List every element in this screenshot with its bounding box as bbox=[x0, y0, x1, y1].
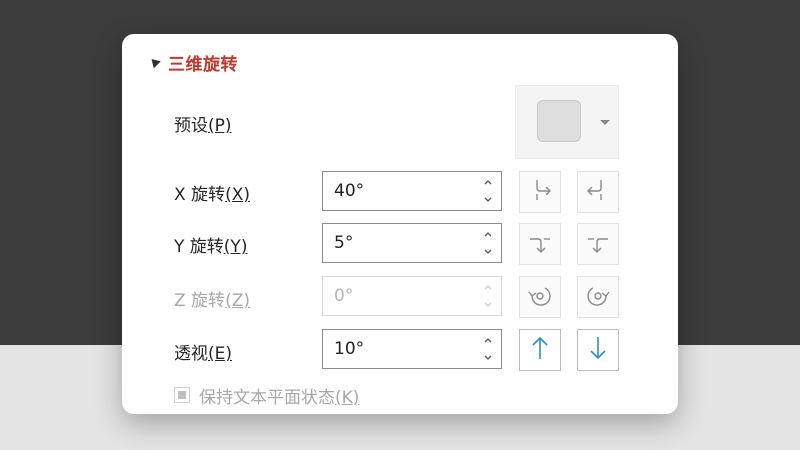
rotate-left-icon bbox=[525, 175, 555, 209]
y-rotation-label: Y 旋转(Y) bbox=[174, 237, 248, 257]
spin-down-icon[interactable] bbox=[481, 298, 495, 311]
perspective-spinner[interactable] bbox=[322, 329, 502, 369]
rotate-counterclockwise-icon bbox=[525, 280, 555, 314]
spin-up-icon[interactable] bbox=[481, 281, 495, 294]
preset-label: 预设(P) bbox=[174, 116, 232, 136]
spin-up-icon[interactable] bbox=[481, 176, 495, 189]
keep-text-flat-checkbox[interactable] bbox=[174, 387, 190, 403]
section-header[interactable]: 三维旋转 bbox=[148, 51, 238, 75]
rotate-down-icon bbox=[583, 227, 613, 261]
spin-down-icon[interactable] bbox=[481, 193, 495, 206]
arrow-up-icon bbox=[525, 333, 555, 367]
decrease-perspective-button[interactable] bbox=[577, 329, 619, 371]
rotate-clockwise-icon bbox=[583, 280, 613, 314]
rotate-up-button[interactable] bbox=[519, 223, 561, 265]
x-rotation-spinner[interactable] bbox=[322, 171, 502, 211]
x-rotation-input[interactable] bbox=[323, 172, 484, 210]
z-rotation-input[interactable] bbox=[323, 277, 484, 315]
increase-perspective-button[interactable] bbox=[519, 329, 561, 371]
rotate-right-button[interactable] bbox=[577, 171, 619, 213]
rotate-down-button[interactable] bbox=[577, 223, 619, 265]
preset-dropdown[interactable] bbox=[515, 85, 619, 159]
spin-up-icon[interactable] bbox=[481, 228, 495, 241]
arrow-down-icon bbox=[583, 333, 613, 367]
chevron-down-icon bbox=[600, 120, 610, 125]
rotate-right-icon bbox=[583, 175, 613, 209]
spin-up-icon[interactable] bbox=[481, 334, 495, 347]
spin-down-icon[interactable] bbox=[481, 245, 495, 258]
spin-down-icon[interactable] bbox=[481, 351, 495, 364]
preset-swatch bbox=[537, 100, 581, 142]
rotate-up-icon bbox=[525, 227, 555, 261]
section-title: 三维旋转 bbox=[168, 54, 238, 75]
keep-text-flat-row[interactable]: 保持文本平面状态(K) bbox=[174, 383, 360, 408]
z-rotation-label: Z 旋转(Z) bbox=[174, 291, 250, 311]
z-rotation-spinner[interactable] bbox=[322, 276, 502, 316]
rotate-counterclockwise-button[interactable] bbox=[519, 276, 561, 318]
x-rotation-label: X 旋转(X) bbox=[174, 185, 250, 205]
perspective-label: 透视(E) bbox=[174, 344, 233, 364]
rotate-clockwise-button[interactable] bbox=[577, 276, 619, 318]
collapse-triangle-icon[interactable] bbox=[148, 55, 161, 69]
rotate-left-button[interactable] bbox=[519, 171, 561, 213]
y-rotation-spinner[interactable] bbox=[322, 223, 502, 263]
checkbox-indeterminate-mark bbox=[178, 391, 186, 399]
perspective-input[interactable] bbox=[323, 330, 484, 368]
keep-text-flat-label: 保持文本平面状态(K) bbox=[199, 387, 360, 408]
y-rotation-input[interactable] bbox=[323, 224, 484, 262]
format-3d-rotation-panel: 三维旋转 预设(P) X 旋转(X) Y 旋转(Y) bbox=[122, 34, 678, 414]
